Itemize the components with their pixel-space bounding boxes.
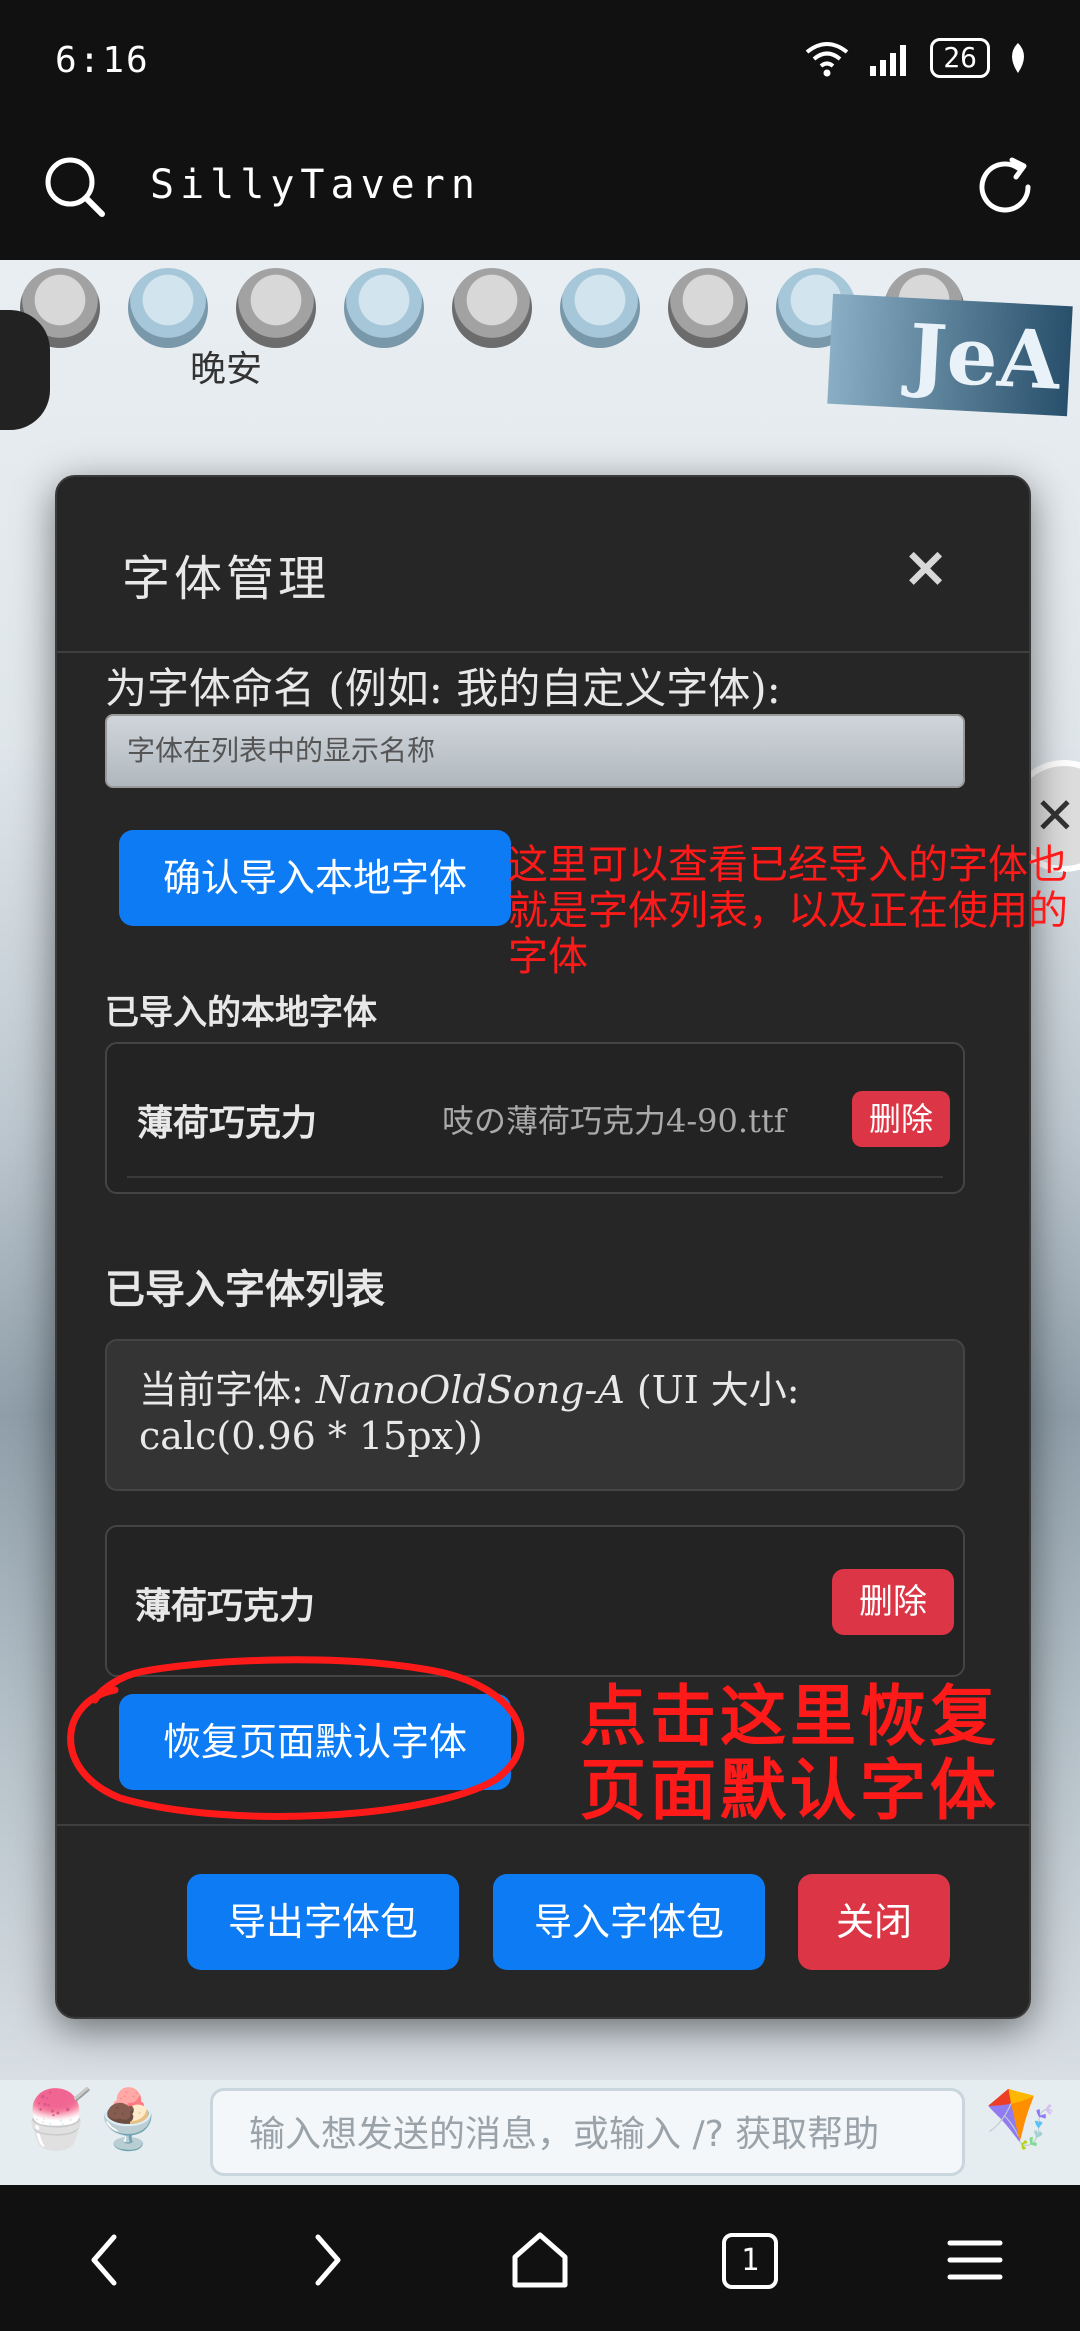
font-list-item: 薄荷巧克力 删除 [105,1525,965,1677]
status-bar: 6:16 26 [0,0,1080,120]
leaf-icon [1012,43,1024,73]
divider [127,1176,943,1178]
tabs-icon[interactable]: 1 [722,2233,778,2289]
delete-local-font-button[interactable]: 删除 [852,1091,950,1147]
close-icon[interactable]: × [902,535,949,600]
send-sticker-icon[interactable]: 🪁 [985,2085,1075,2180]
local-font-file: 吱の薄荷巧克力4-90.ttf [442,1102,786,1140]
current-font-prefix: 当前字体: [139,1368,316,1412]
macaron-decoration [560,268,640,348]
font-name-label: 为字体命名 (例如: 我的自定义字体): [105,664,781,713]
close-button[interactable]: 关闭 [798,1874,950,1970]
local-fonts-heading: 已导入的本地字体 [105,993,377,1033]
browser-top-bar: SillyTavern [0,120,1080,260]
divider [57,651,1029,653]
status-icons: 26 [802,38,1030,78]
restore-default-font-button[interactable]: 恢复页面默认字体 [119,1694,511,1790]
current-font-text: 当前字体: NanoOldSong-A (UI 大小: calc(0.96 * … [139,1367,933,1459]
page-title: SillyTavern [150,162,481,208]
background-text: 晚安 [190,349,263,390]
forward-icon[interactable] [290,2225,360,2295]
back-icon[interactable] [72,2225,142,2295]
annotation-restore-line2: 页面默认字体 [580,1752,1000,1829]
annotation-restore: 点击这里恢复 页面默认字体 [580,1680,1000,1828]
macaron-decoration [344,268,424,348]
macaron-decoration [452,268,532,348]
dessert-sticker-icon[interactable]: 🍧🍨 [20,2085,190,2180]
navigation-bar: 1 [0,2185,1080,2331]
menu-icon[interactable] [940,2225,1010,2295]
font-name-input[interactable]: 字体在列表中的显示名称 [105,714,965,788]
export-font-pack-button[interactable]: 导出字体包 [187,1874,459,1970]
signal-icon [870,45,907,76]
home-icon[interactable] [505,2225,575,2295]
confirm-import-button[interactable]: 确认导入本地字体 [119,830,511,926]
status-time: 6:16 [55,40,150,81]
font-list-name: 薄荷巧克力 [135,1586,316,1627]
current-font-name: NanoOldSong-A [315,1368,625,1412]
import-font-pack-button[interactable]: 导入字体包 [493,1874,765,1970]
chat-input[interactable]: 输入想发送的消息，或输入 /? 获取帮助 [210,2088,965,2176]
dialog-title: 字体管理 [122,551,331,607]
wifi-icon [806,42,849,77]
annotation-restore-line1: 点击这里恢复 [580,1678,1000,1755]
background-sticker: JeA [827,293,1073,417]
font-list-heading: 已导入字体列表 [105,1266,385,1313]
battery-indicator: 26 [930,38,990,78]
local-font-item: 薄荷巧克力 吱の薄荷巧克力4-90.ttf 删除 [105,1042,965,1194]
macaron-decoration [236,268,316,348]
local-font-name: 薄荷巧克力 [137,1103,318,1144]
reload-icon[interactable] [970,152,1040,222]
current-font-panel: 当前字体: NanoOldSong-A (UI 大小: calc(0.96 * … [105,1339,965,1491]
macaron-decoration [128,268,208,348]
avatar-partial [0,310,50,430]
delete-font-button[interactable]: 删除 [832,1569,954,1635]
macaron-decoration [668,268,748,348]
search-icon[interactable] [40,152,110,222]
annotation-font-list: 这里可以查看已经导入的字体也就是字体列表，以及正在使用的字体 [508,842,1068,980]
